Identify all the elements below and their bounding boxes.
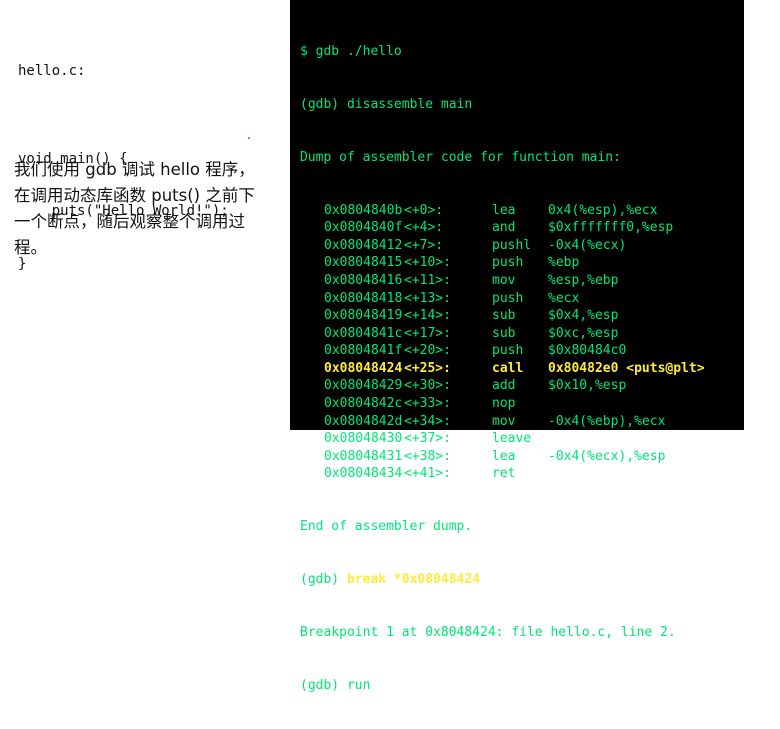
asm-offset: <+20>: <box>404 343 451 359</box>
terminal-window[interactable]: $ gdb ./hello (gdb) disassemble main Dum… <box>290 0 744 693</box>
asm-address: 0x08048424 <box>324 360 403 376</box>
asm-mnemonic: push <box>492 343 524 359</box>
asm-row: 0x08048416 <+11>: mov %esp,%ebp <box>300 272 676 290</box>
asm-operands: -0x4(%ebp),%ecx <box>548 413 666 429</box>
asm-mnemonic: sub <box>492 308 516 324</box>
asm-mnemonic: call <box>492 360 524 376</box>
asm-offset: <+17>: <box>404 325 451 341</box>
asm-mnemonic: push <box>492 255 524 271</box>
asm-mnemonic: ret <box>492 466 516 482</box>
asm-row: 0x0804840f <+4>: and $0xfffffff0,%esp <box>300 219 676 237</box>
asm-address: 0x0804840f <box>324 220 403 236</box>
asm-operands: $0x4,%esp <box>548 308 619 324</box>
asm-offset: <+13>: <box>404 290 451 306</box>
asm-operands: -0x4(%ecx),%esp <box>548 448 666 464</box>
assembler-listing: 0x0804840b <+0>: lea 0x4(%esp),%ecx 0x080484… <box>300 202 705 484</box>
asm-operands: $0xc,%esp <box>548 325 619 341</box>
shell-command: $ gdb ./hello <box>300 44 402 60</box>
asm-address: 0x0804842c <box>324 396 403 412</box>
asm-row: 0x08048415 <+10>: push %ebp <box>300 254 676 272</box>
gdb-disassemble-command: (gdb) disassemble main <box>300 96 473 112</box>
asm-address: 0x08048412 <box>324 237 403 253</box>
breakpoint-message: Breakpoint 1 at 0x8048424: file hello.c,… <box>300 624 676 640</box>
asm-address: 0x08048415 <box>324 255 403 271</box>
asm-address: 0x0804842d <box>324 413 403 429</box>
asm-offset: <+4>: <box>404 220 444 236</box>
code-line: hello.c: <box>18 63 86 79</box>
asm-offset: <+33>: <box>404 396 451 412</box>
slide-left-panel: hello.c: void main() { puts("Hello World… <box>0 0 280 434</box>
asm-mnemonic: mov <box>492 413 516 429</box>
terminal-output: $ gdb ./hello (gdb) disassemble main Dum… <box>300 8 705 729</box>
gdb-break-line: (gdb) break *0x08048424 <box>300 571 676 589</box>
asm-row: 0x08048418 <+13>: push %ecx <box>300 290 676 308</box>
gdb-prompt: (gdb) <box>300 572 347 587</box>
asm-address: 0x08048434 <box>324 466 403 482</box>
asm-mnemonic: lea <box>492 448 516 464</box>
asm-mnemonic: nop <box>492 396 516 412</box>
asm-offset: <+0>: <box>404 202 444 218</box>
description-text: 我们使用 gdb 调试 hello 程序，在调用动态库函数 puts() 之前下… <box>14 160 255 257</box>
asm-offset: <+11>: <box>404 272 451 288</box>
asm-row: 0x08048412 <+7>: pushl -0x4(%ecx) <box>300 237 676 255</box>
asm-row: 0x0804841c <+17>: sub $0xc,%esp <box>300 325 676 343</box>
asm-mnemonic: lea <box>492 202 516 218</box>
asm-mnemonic: mov <box>492 272 516 288</box>
asm-row: 0x08048419 <+14>: sub $0x4,%esp <box>300 307 676 325</box>
asm-operands: 0x4(%esp),%ecx <box>548 202 658 218</box>
asm-address: 0x08048431 <box>324 448 403 464</box>
asm-row-highlighted: 0x08048424 <+25>: call 0x80482e0 <puts@plt> <box>300 360 705 378</box>
gdb-run-command: (gdb) run <box>300 677 371 693</box>
asm-row: 0x08048431 <+38>: lea -0x4(%ecx),%esp <box>300 448 676 466</box>
asm-operands: %ecx <box>548 290 580 306</box>
asm-row: 0x08048429 <+30>: add $0x10,%esp <box>300 377 676 395</box>
red-dot-mark <box>248 137 250 139</box>
asm-mnemonic: and <box>492 220 516 236</box>
asm-offset: <+41>: <box>404 466 451 482</box>
asm-mnemonic: push <box>492 290 524 306</box>
dump-header: Dump of assembler code for function main… <box>300 149 621 165</box>
asm-operands: %ebp <box>548 255 580 271</box>
asm-mnemonic: leave <box>492 431 532 447</box>
asm-row: 0x08048430 <+37>: leave <box>300 430 676 448</box>
asm-mnemonic: pushl <box>492 237 532 253</box>
asm-offset: <+38>: <box>404 448 451 464</box>
asm-offset: <+14>: <box>404 308 451 324</box>
asm-row: 0x0804842d <+34>: mov -0x4(%ebp),%ecx <box>300 413 676 431</box>
asm-address: 0x08048418 <box>324 290 403 306</box>
asm-operands: $0x80484c0 <box>548 343 627 359</box>
asm-operands: $0xfffffff0,%esp <box>548 220 674 236</box>
asm-address: 0x08048430 <box>324 431 403 447</box>
asm-operands: %esp,%ebp <box>548 272 619 288</box>
asm-offset: <+25>: <box>404 360 451 376</box>
break-command: break *0x08048424 <box>346 572 481 587</box>
asm-row: 0x0804842c <+33>: nop <box>300 395 676 413</box>
asm-operands: $0x10,%esp <box>548 378 627 394</box>
asm-offset: <+10>: <box>404 255 451 271</box>
asm-address: 0x0804841c <box>324 325 403 341</box>
asm-address: 0x0804841f <box>324 343 403 359</box>
asm-mnemonic: add <box>492 378 516 394</box>
asm-row: 0x0804840b <+0>: lea 0x4(%esp),%ecx <box>300 202 676 220</box>
asm-mnemonic: sub <box>492 325 516 341</box>
asm-offset: <+7>: <box>404 237 444 253</box>
asm-address: 0x08048429 <box>324 378 403 394</box>
asm-operands: -0x4(%ecx) <box>548 237 627 253</box>
asm-offset: <+34>: <box>404 413 451 429</box>
asm-row: 0x08048434 <+41>: ret <box>300 465 676 483</box>
asm-address: 0x08048416 <box>324 272 403 288</box>
asm-address: 0x08048419 <box>324 308 403 324</box>
asm-offset: <+30>: <box>404 378 451 394</box>
asm-offset: <+37>: <box>404 431 451 447</box>
dump-end: End of assembler dump. <box>300 519 473 535</box>
asm-row: 0x0804841f <+20>: push $0x80484c0 <box>300 342 676 360</box>
asm-address: 0x0804840b <box>324 202 403 218</box>
asm-operands: 0x80482e0 <puts@plt> <box>548 360 705 376</box>
